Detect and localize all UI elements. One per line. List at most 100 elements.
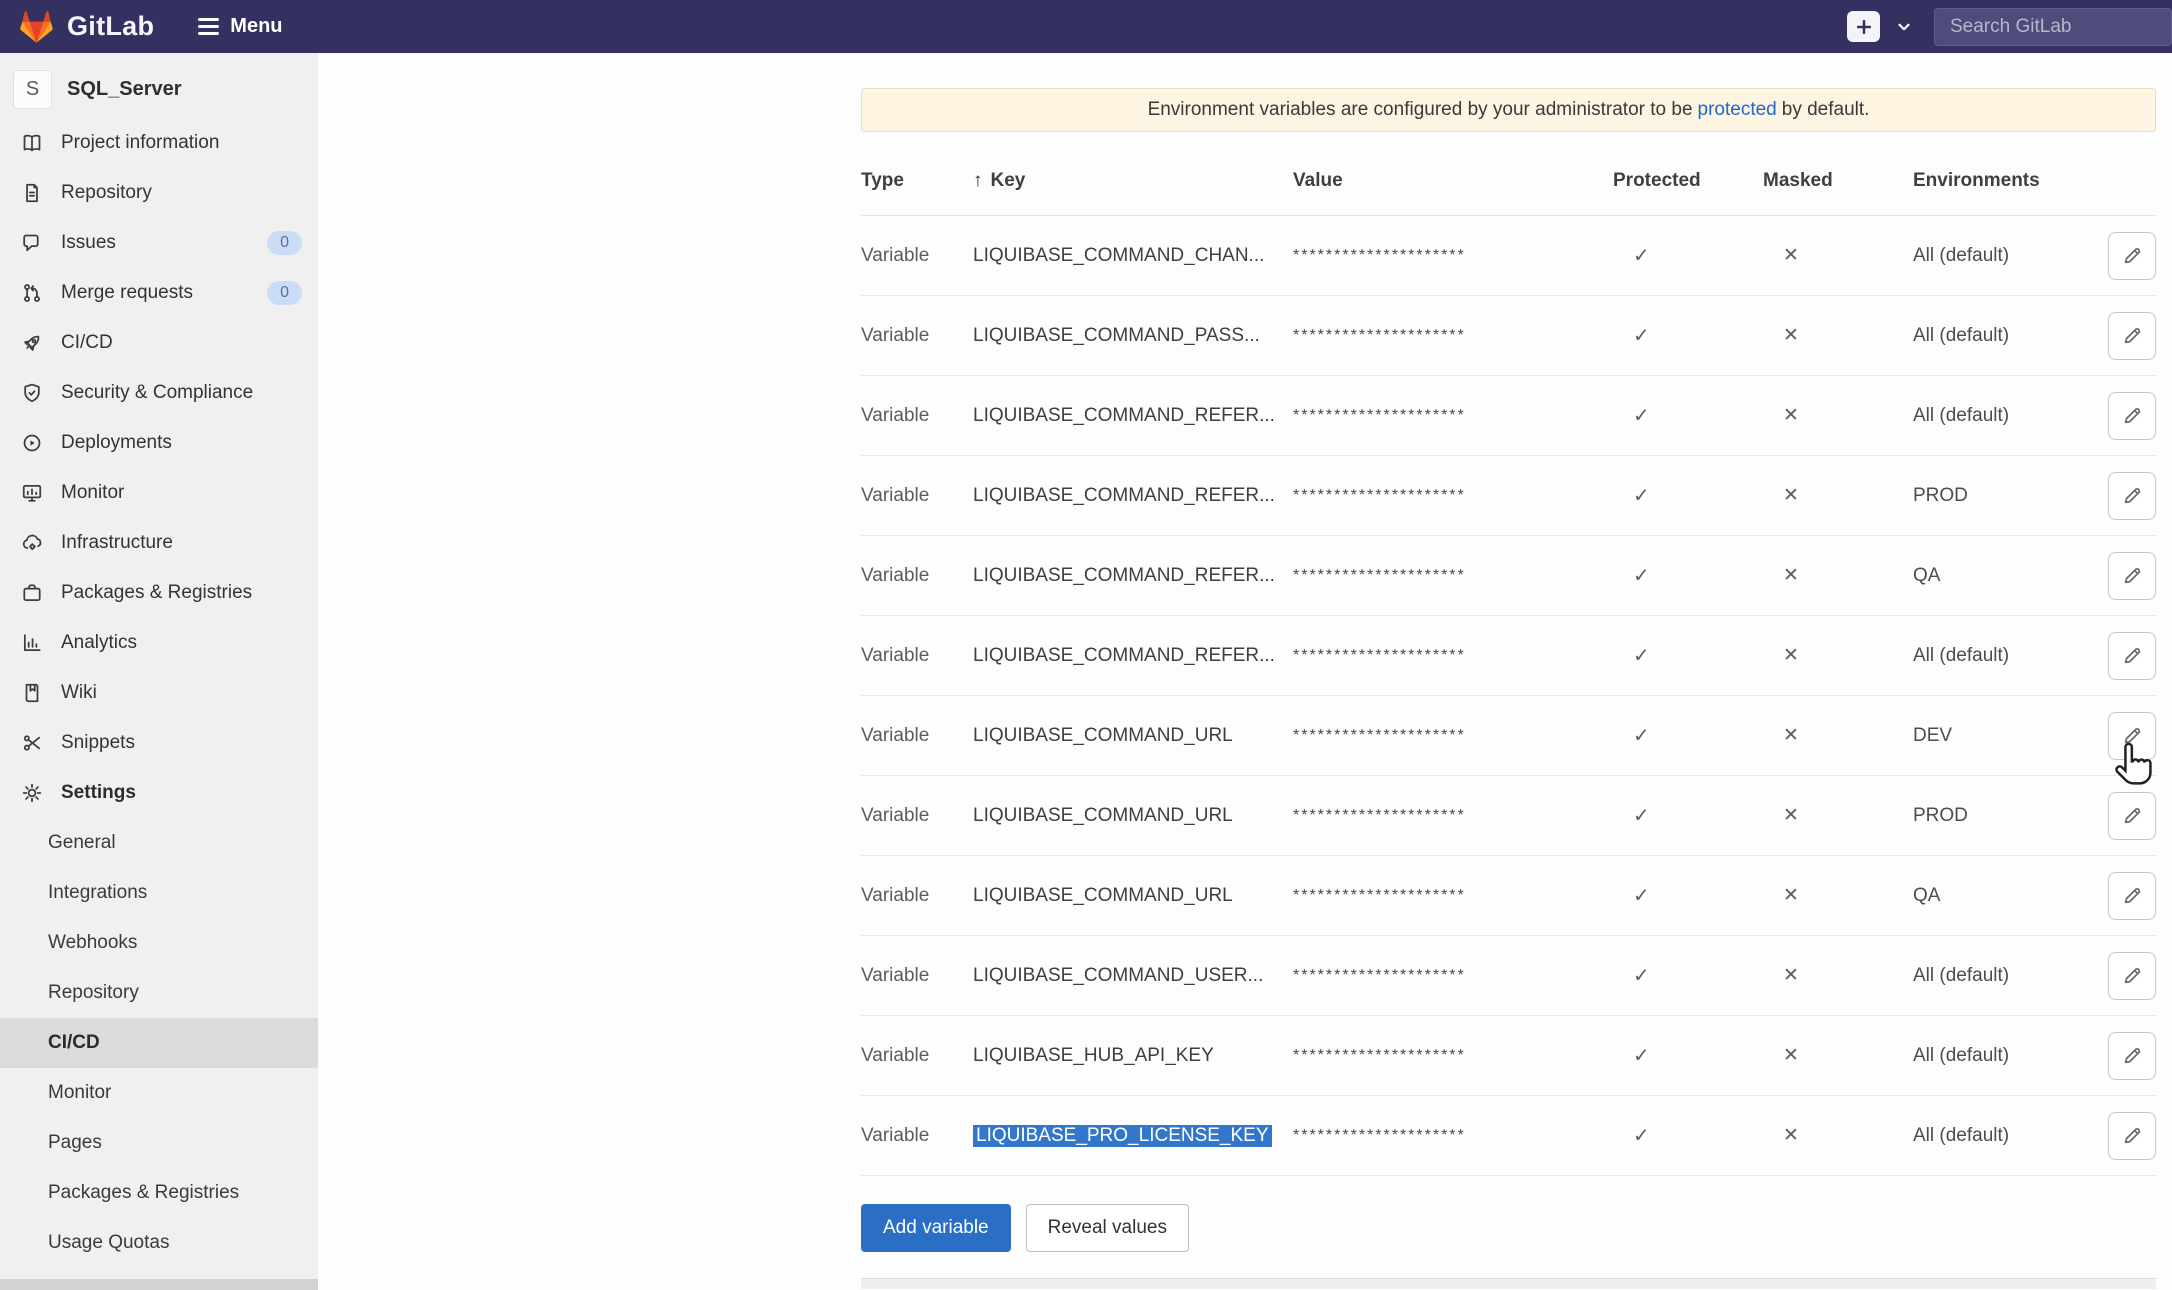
sidebar-item-issues[interactable]: Issues 0: [0, 218, 318, 268]
settings-subitem-usage-quotas[interactable]: Usage Quotas: [0, 1218, 318, 1268]
scissors-icon: [21, 732, 45, 754]
gitlab-tanuki-logo-icon: [18, 10, 55, 44]
protected-check-icon: ✓: [1613, 1043, 1650, 1068]
rocket-icon: [21, 332, 45, 354]
row-environments: QA: [1913, 565, 2100, 587]
row-type: Variable: [861, 645, 973, 667]
sidebar-item-label: Snippets: [61, 732, 135, 754]
sidebar-item-repository[interactable]: Repository: [0, 168, 318, 218]
sidebar-item-label: Infrastructure: [61, 532, 173, 554]
edit-variable-button[interactable]: [2108, 392, 2156, 440]
variable-row: Variable LIQUIBASE_COMMAND_URL *********…: [861, 696, 2156, 776]
row-key: LIQUIBASE_COMMAND_URL: [973, 725, 1293, 747]
sidebar-item-label: CI/CD: [61, 332, 113, 354]
sidebar-item-analytics[interactable]: Analytics: [0, 618, 318, 668]
variables-table-body: Variable LIQUIBASE_COMMAND_CHAN... *****…: [861, 216, 2156, 1176]
pencil-icon: [2121, 485, 2143, 507]
edit-variable-button[interactable]: [2108, 792, 2156, 840]
edit-variable-button[interactable]: [2108, 632, 2156, 680]
row-key: LIQUIBASE_COMMAND_PASS...: [973, 325, 1293, 347]
wiki-icon: [21, 682, 45, 704]
reveal-values-button[interactable]: Reveal values: [1026, 1204, 1189, 1252]
edit-variable-button[interactable]: [2108, 872, 2156, 920]
masked-x-icon: ✕: [1763, 324, 1799, 347]
row-type: Variable: [861, 245, 973, 267]
row-key: LIQUIBASE_COMMAND_REFER...: [973, 565, 1293, 587]
sidebar-item-packages-registries[interactable]: Packages & Registries: [0, 568, 318, 618]
column-header-key[interactable]: ↑Key: [973, 170, 1293, 192]
add-variable-button[interactable]: Add variable: [861, 1204, 1011, 1252]
sidebar-item-label: Wiki: [61, 682, 97, 704]
sidebar-item-infrastructure[interactable]: Infrastructure: [0, 518, 318, 568]
row-environments: All (default): [1913, 965, 2100, 987]
row-key: LIQUIBASE_COMMAND_CHAN...: [973, 245, 1293, 267]
row-type: Variable: [861, 805, 973, 827]
masked-x-icon: ✕: [1763, 1124, 1799, 1147]
settings-subitem-repository[interactable]: Repository: [0, 968, 318, 1018]
settings-subitem-integrations[interactable]: Integrations: [0, 868, 318, 918]
edit-variable-button[interactable]: [2108, 312, 2156, 360]
edit-variable-button[interactable]: [2108, 552, 2156, 600]
brand-wordmark: GitLab: [67, 11, 154, 42]
masked-x-icon: ✕: [1763, 564, 1799, 587]
row-environments: All (default): [1913, 325, 2100, 347]
package-icon: [21, 582, 45, 604]
sidebar-item-monitor[interactable]: Monitor: [0, 468, 318, 518]
row-type: Variable: [861, 1045, 973, 1067]
protected-link[interactable]: protected: [1698, 99, 1777, 121]
column-header-value: Value: [1293, 170, 1613, 192]
variable-row: Variable LIQUIBASE_COMMAND_REFER... ****…: [861, 536, 2156, 616]
row-environments: PROD: [1913, 805, 2100, 827]
settings-subitem-packages-registries[interactable]: Packages & Registries: [0, 1168, 318, 1218]
sidebar-item-label: Issues: [61, 232, 116, 254]
sidebar-item-security-compliance[interactable]: Security & Compliance: [0, 368, 318, 418]
settings-subitem-pages[interactable]: Pages: [0, 1118, 318, 1168]
settings-submenu: GeneralIntegrationsWebhooksRepositoryCI/…: [0, 818, 318, 1268]
chevron-down-icon[interactable]: [1895, 18, 1913, 36]
sidebar-item-ci-cd[interactable]: CI/CD: [0, 318, 318, 368]
sidebar-item-project-information[interactable]: Project information: [0, 118, 318, 168]
row-key: LIQUIBASE_HUB_API_KEY: [973, 1045, 1293, 1067]
sidebar-item-label: Security & Compliance: [61, 382, 253, 404]
row-key: LIQUIBASE_COMMAND_URL: [973, 885, 1293, 907]
project-switcher[interactable]: S SQL_Server: [0, 53, 318, 118]
edit-variable-button[interactable]: [2108, 472, 2156, 520]
variables-table-header: Type ↑Key Value Protected Masked Environ…: [861, 132, 2156, 216]
protected-check-icon: ✓: [1613, 323, 1650, 348]
protected-check-icon: ✓: [1613, 243, 1650, 268]
row-environments: PROD: [1913, 485, 2100, 507]
row-masked-value: *********************: [1293, 247, 1613, 265]
masked-x-icon: ✕: [1763, 884, 1799, 907]
masked-x-icon: ✕: [1763, 724, 1799, 747]
sidebar-item-deployments[interactable]: Deployments: [0, 418, 318, 468]
new-item-button[interactable]: [1847, 11, 1880, 42]
search-input[interactable]: [1934, 8, 2172, 46]
sidebar-item-snippets[interactable]: Snippets: [0, 718, 318, 768]
protected-check-icon: ✓: [1613, 403, 1650, 428]
sidebar-item-settings[interactable]: Settings: [0, 768, 318, 818]
edit-variable-button[interactable]: [2108, 1112, 2156, 1160]
sidebar: S SQL_Server Project information Reposit…: [0, 53, 318, 1290]
settings-subitem-general[interactable]: General: [0, 818, 318, 868]
edit-variable-button[interactable]: [2108, 1032, 2156, 1080]
row-masked-value: *********************: [1293, 807, 1613, 825]
edit-variable-button[interactable]: [2108, 232, 2156, 280]
settings-subitem-monitor[interactable]: Monitor: [0, 1068, 318, 1118]
settings-subitem-webhooks[interactable]: Webhooks: [0, 918, 318, 968]
variable-row: Variable LIQUIBASE_COMMAND_CHAN... *****…: [861, 216, 2156, 296]
settings-subitem-ci-cd[interactable]: CI/CD: [0, 1018, 318, 1068]
banner-text: Environment variables are configured by …: [1148, 99, 1693, 121]
pencil-icon: [2121, 725, 2143, 747]
row-key: LIQUIBASE_COMMAND_REFER...: [973, 645, 1293, 667]
sidebar-item-wiki[interactable]: Wiki: [0, 668, 318, 718]
gitlab-home-link[interactable]: GitLab: [18, 10, 154, 44]
edit-variable-button[interactable]: [2108, 952, 2156, 1000]
edit-variable-button[interactable]: [2108, 712, 2156, 760]
row-key: LIQUIBASE_COMMAND_URL: [973, 805, 1293, 827]
menu-button[interactable]: Menu: [198, 15, 282, 38]
row-type: Variable: [861, 885, 973, 907]
sort-ascending-icon: ↑: [973, 170, 983, 191]
protected-check-icon: ✓: [1613, 1123, 1650, 1148]
masked-x-icon: ✕: [1763, 244, 1799, 267]
sidebar-item-merge-requests[interactable]: Merge requests 0: [0, 268, 318, 318]
